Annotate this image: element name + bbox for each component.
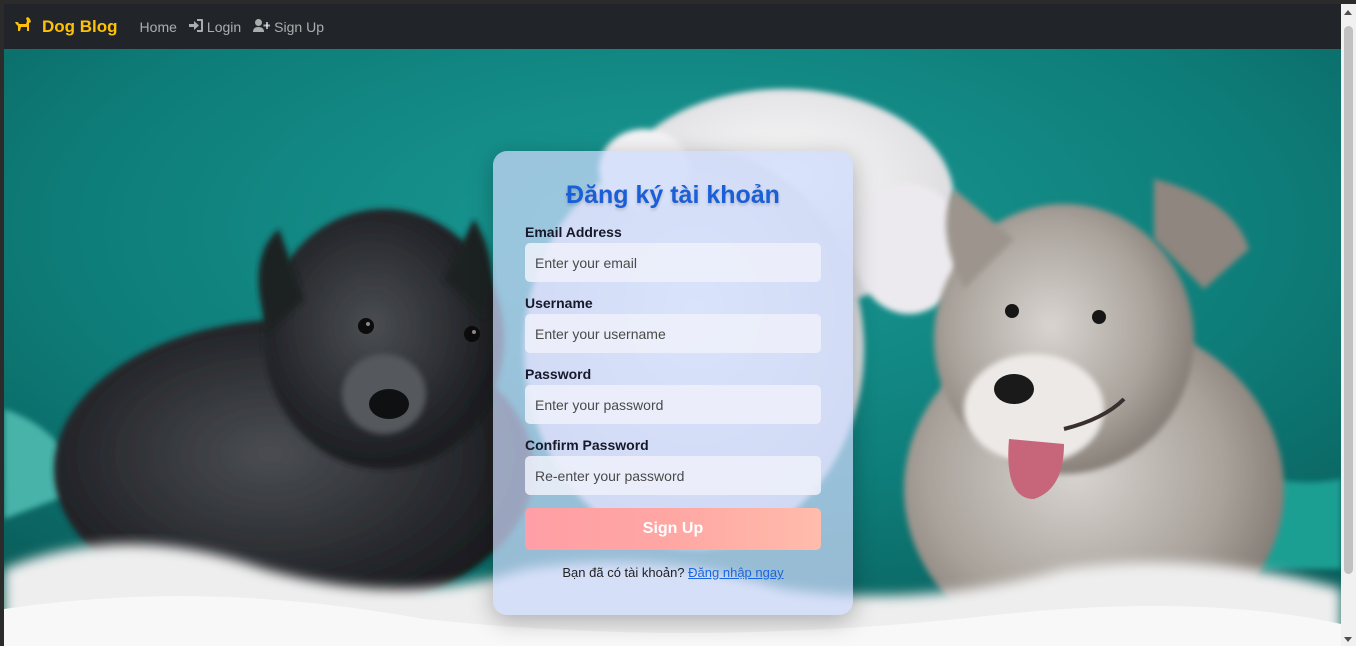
user-plus-icon [253, 18, 271, 35]
nav-home[interactable]: Home [140, 19, 177, 35]
scroll-thumb[interactable] [1344, 26, 1353, 574]
username-label: Username [525, 295, 593, 311]
scroll-down-icon[interactable] [1344, 637, 1352, 642]
form-title: Đăng ký tài khoản [566, 181, 780, 209]
brand-name: Dog Blog [42, 16, 118, 36]
navbar: Dog Blog Home Login Sign Up [4, 4, 1341, 49]
nav-signup-label: Sign Up [274, 18, 324, 35]
signup-card: Đăng ký tài khoản Email Address Username… [493, 151, 853, 615]
sign-up-button[interactable]: Sign Up [525, 508, 821, 550]
vertical-scrollbar[interactable] [1341, 4, 1356, 646]
nav-login-label: Login [206, 18, 242, 35]
email-field[interactable] [525, 243, 821, 282]
login-prompt-text: Bạn đã có tài khoản? [562, 565, 685, 580]
browser-viewport: Dog Blog Home Login Sign Up Đăng ký tài … [4, 4, 1341, 646]
username-field[interactable] [525, 314, 821, 353]
scroll-up-icon[interactable] [1344, 10, 1352, 15]
dog-icon [14, 16, 32, 37]
login-prompt: Bạn đã có tài khoản? Đăng nhập ngay [525, 565, 821, 580]
nav-home-label: Home [139, 18, 177, 35]
brand[interactable]: Dog Blog [14, 16, 118, 37]
password-label: Password [525, 366, 592, 382]
nav-login[interactable]: Login [188, 18, 242, 35]
password-field[interactable] [525, 385, 821, 424]
login-now-link[interactable]: Đăng nhập ngay [688, 565, 783, 580]
email-label: Email Address [525, 224, 622, 240]
sign-in-icon [188, 18, 203, 35]
nav-signup[interactable]: Sign Up [253, 18, 324, 35]
confirm-password-field[interactable] [525, 456, 821, 495]
confirm-password-label: Confirm Password [525, 437, 649, 453]
